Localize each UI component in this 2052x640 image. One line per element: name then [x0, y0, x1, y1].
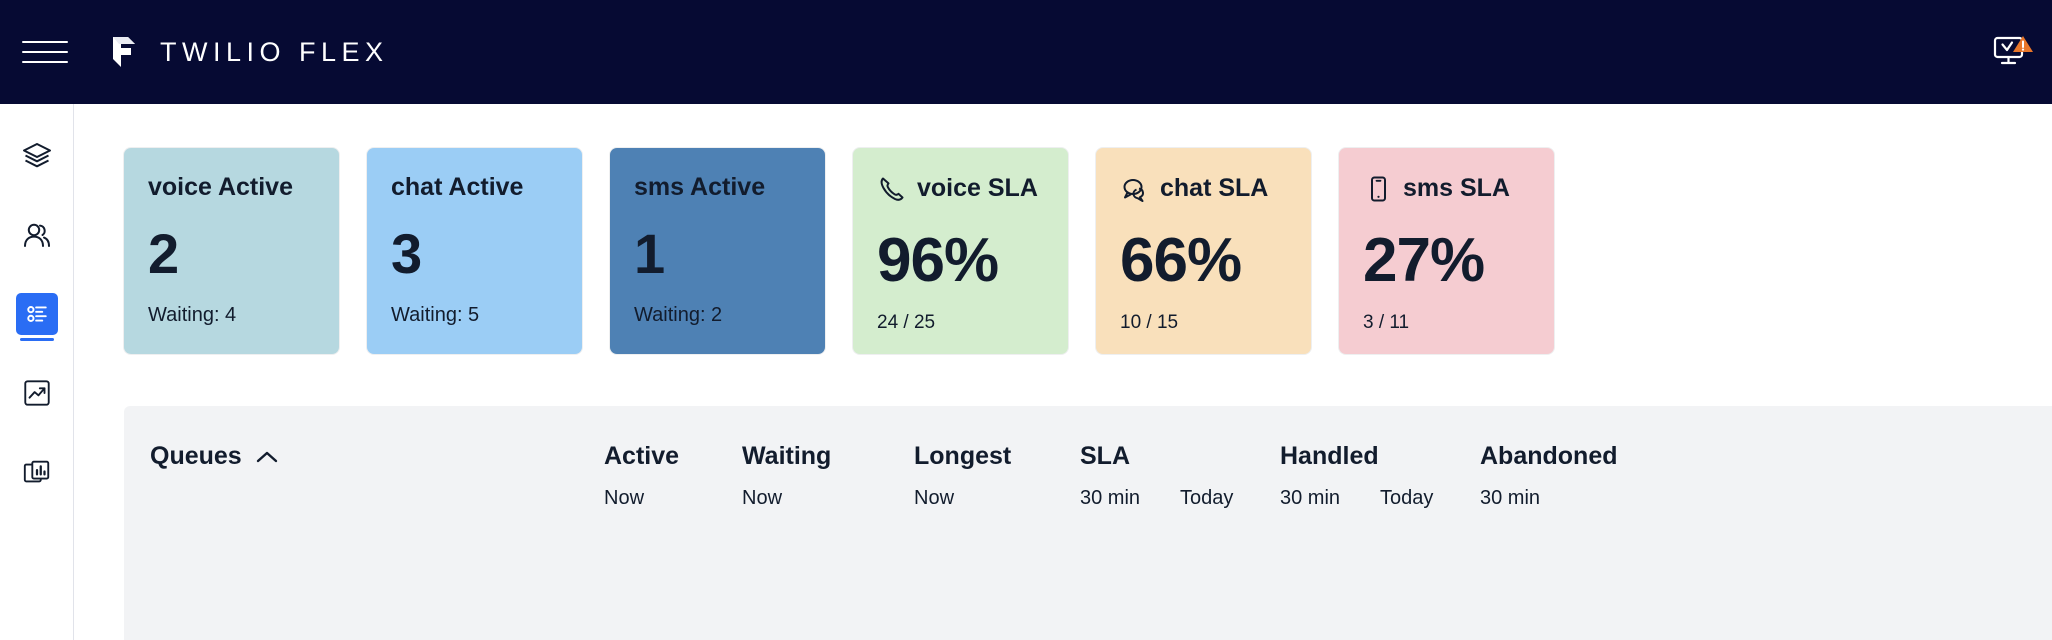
- queues-table: Queues Active Now Waiting Now Longest No…: [124, 406, 2052, 640]
- hamburger-menu-icon[interactable]: [22, 35, 68, 69]
- queues-icon: [15, 292, 58, 335]
- column-header-abandoned[interactable]: Abandoned 30 min: [1480, 442, 1680, 510]
- brand: TWILIO FLEX: [104, 35, 389, 69]
- hamburger-bar: [22, 51, 68, 53]
- column-label: SLA: [1080, 442, 1130, 470]
- kpi-card-value: 1: [634, 221, 665, 285]
- kpi-card-title: chat Active: [391, 173, 524, 201]
- queues-sort-toggle[interactable]: Queues: [150, 442, 604, 471]
- column-sublabel-today: Today: [1380, 487, 1434, 509]
- sidebar-item-layers[interactable]: [0, 116, 74, 195]
- flex-dashboard: TWILIO FLEX voice Active 2 Waiting: 4 ch…: [0, 0, 2052, 640]
- kpi-card-title: voice Active: [148, 173, 293, 201]
- kpi-card-subvalue: Waiting: 4: [148, 303, 237, 326]
- kpi-card-voice-active[interactable]: voice Active 2 Waiting: 4: [124, 148, 339, 354]
- column-header-handled[interactable]: Handled 30 min Today: [1280, 442, 1480, 510]
- column-sublabel: Now: [742, 487, 783, 509]
- column-subrow: 30 min Today: [1280, 487, 1480, 510]
- kpi-card-subvalue: Waiting: 2: [634, 303, 723, 326]
- kpi-card-chat-active[interactable]: chat Active 3 Waiting: 5: [367, 148, 582, 354]
- column-label: Longest: [914, 442, 1012, 470]
- agents-icon: [16, 214, 58, 256]
- top-bar-actions: [1992, 34, 2034, 70]
- kpi-card-subvalue: 3 / 11: [1363, 312, 1410, 333]
- hamburger-bar: [22, 41, 68, 43]
- column-label: Waiting: [742, 442, 832, 470]
- phone-icon: [880, 177, 904, 201]
- column-sublabel-30min: 30 min: [1480, 487, 1541, 509]
- column-sublabel: Now: [604, 487, 645, 509]
- chevron-up-icon: [256, 451, 277, 462]
- top-navigation-bar: TWILIO FLEX: [0, 0, 2052, 104]
- kpi-card-title: sms Active: [634, 173, 766, 201]
- column-header-sla[interactable]: SLA 30 min Today: [1080, 442, 1280, 510]
- column-header-waiting[interactable]: Waiting Now: [742, 442, 914, 510]
- sidebar-item-reports[interactable]: [0, 432, 74, 511]
- twilio-logo-mark: [107, 37, 135, 67]
- column-sublabel-30min: 30 min: [1280, 487, 1341, 509]
- column-header-longest[interactable]: Longest Now: [914, 442, 1080, 510]
- kpi-card-title: voice SLA: [877, 174, 1044, 204]
- kpi-card-title: chat SLA: [1120, 174, 1287, 204]
- brand-text: TWILIO FLEX: [160, 36, 389, 67]
- bar-chart-icon: [16, 451, 58, 493]
- hamburger-bar: [22, 61, 68, 63]
- queues-label: Queues: [150, 442, 242, 470]
- kpi-card-sms-sla[interactable]: sms SLA 27% 3 / 11: [1339, 148, 1554, 354]
- column-label: Abandoned: [1480, 442, 1618, 470]
- column-sublabel-today: Today: [1180, 487, 1234, 509]
- kpi-card-row: voice Active 2 Waiting: 4 chat Active 3 …: [74, 104, 2052, 354]
- main-content: voice Active 2 Waiting: 4 chat Active 3 …: [74, 104, 2052, 640]
- sidebar-item-queues[interactable]: [0, 274, 74, 353]
- kpi-card-subvalue: 24 / 25: [877, 312, 936, 333]
- layers-icon: [16, 135, 58, 177]
- left-sidebar: [0, 104, 74, 640]
- queues-table-header-row: Queues Active Now Waiting Now Longest No…: [124, 406, 2052, 510]
- column-label: Handled: [1280, 442, 1379, 470]
- kpi-card-chat-sla[interactable]: chat SLA 66% 10 / 15: [1096, 148, 1311, 354]
- queues-column-header: Queues: [124, 442, 604, 471]
- column-subrow: 30 min Today: [1080, 487, 1280, 510]
- sidebar-item-agents[interactable]: [0, 195, 74, 274]
- kpi-card-subvalue: 10 / 15: [1120, 312, 1179, 333]
- mobile-phone-icon: [1371, 176, 1386, 202]
- chat-bubbles-icon: [1123, 179, 1144, 202]
- kpi-card-value: 3: [391, 221, 422, 285]
- column-header-active[interactable]: Active Now: [604, 442, 742, 510]
- kpi-card-value: 27%: [1363, 226, 1485, 295]
- kpi-card-title: sms SLA: [1363, 174, 1530, 204]
- trend-up-icon: [16, 372, 58, 414]
- app-body: voice Active 2 Waiting: 4 chat Active 3 …: [0, 104, 2052, 640]
- column-sublabel: Now: [914, 487, 955, 509]
- sidebar-item-insights[interactable]: [0, 353, 74, 432]
- kpi-card-voice-sla[interactable]: voice SLA 96% 24 / 25: [853, 148, 1068, 354]
- kpi-card-value: 66%: [1120, 226, 1242, 295]
- kpi-card-value: 96%: [877, 226, 999, 295]
- kpi-card-value: 2: [148, 221, 179, 285]
- kpi-card-subvalue: Waiting: 5: [391, 303, 480, 326]
- kpi-card-sms-active[interactable]: sms Active 1 Waiting: 2: [610, 148, 825, 354]
- monitor-warning-icon[interactable]: [1992, 34, 2034, 70]
- column-label: Active: [604, 442, 680, 470]
- column-sublabel-30min: 30 min: [1080, 487, 1141, 509]
